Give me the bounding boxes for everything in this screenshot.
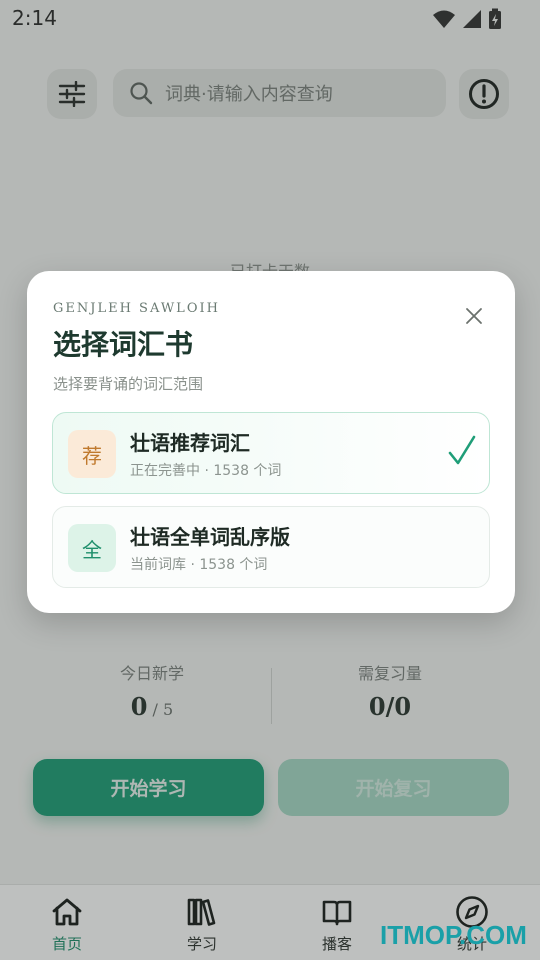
book-name: 壮语推荐词汇 (130, 431, 250, 455)
close-icon (466, 308, 482, 324)
book-option-recommended[interactable]: 荐 壮语推荐词汇 正在完善中 · 1538 个词 (52, 412, 490, 494)
book-badge-recommended: 荐 (68, 430, 116, 478)
check-icon (448, 435, 476, 465)
dialog-title: 选择词汇书 (53, 328, 194, 361)
vocabulary-book-dialog: GENJLEH SAWLOIH 选择词汇书 选择要背诵的词汇范围 荐 壮语推荐词… (27, 271, 515, 613)
book-badge-all: 全 (68, 524, 116, 572)
close-button[interactable] (459, 301, 489, 331)
book-option-all-words[interactable]: 全 壮语全单词乱序版 当前词库 · 1538 个词 (52, 506, 490, 588)
site-watermark: ITMOP.COM (380, 920, 527, 950)
dialog-subtitle: 选择要背诵的词汇范围 (53, 375, 204, 393)
dialog-eyebrow: GENJLEH SAWLOIH (53, 301, 220, 316)
book-name: 壮语全单词乱序版 (130, 525, 290, 549)
book-meta: 当前词库 · 1538 个词 (130, 557, 268, 573)
book-meta: 正在完善中 · 1538 个词 (130, 463, 282, 479)
